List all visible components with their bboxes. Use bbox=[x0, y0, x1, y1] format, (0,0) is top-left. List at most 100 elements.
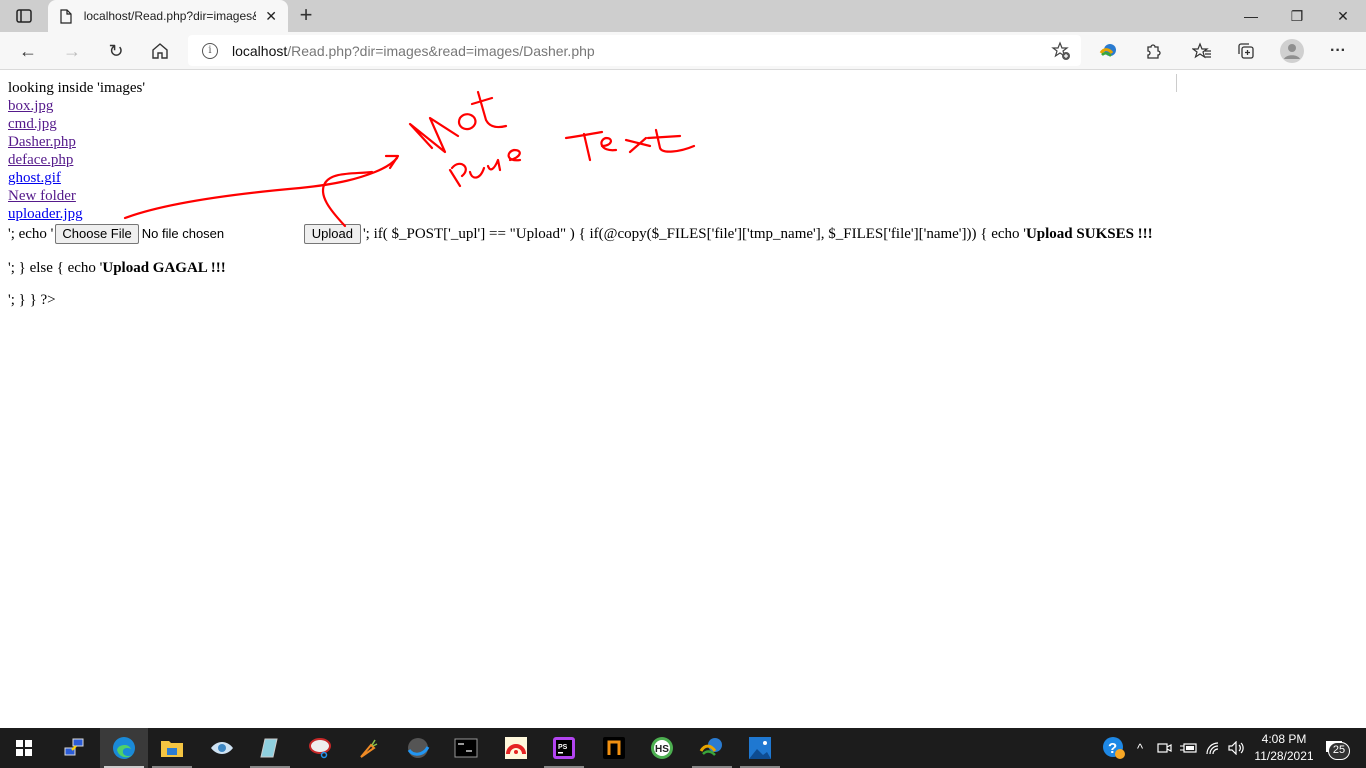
idm-icon bbox=[699, 738, 722, 756]
code-text-else: '; } else { echo ' bbox=[8, 260, 103, 276]
restore-button[interactable]: ❐ bbox=[1274, 0, 1320, 32]
taskbar-file-explorer[interactable] bbox=[148, 728, 196, 768]
bracket-app-icon bbox=[603, 737, 625, 759]
more-button[interactable]: ··· bbox=[1324, 37, 1352, 65]
phpstorm-icon: PS bbox=[553, 737, 575, 759]
photos-icon bbox=[749, 737, 771, 759]
tray-wifi[interactable] bbox=[1202, 728, 1224, 768]
camera-icon bbox=[1157, 743, 1172, 753]
tray-battery[interactable] bbox=[1178, 728, 1200, 768]
tray-chevron-button[interactable]: ^ bbox=[1130, 728, 1150, 768]
tab-title: localhost/Read.php?dir=images&read=image… bbox=[83, 9, 257, 23]
no-file-chosen-text: No file chosen bbox=[141, 226, 225, 241]
tray-help-app[interactable]: ? bbox=[1100, 728, 1128, 768]
idm-extension-icon bbox=[1099, 44, 1116, 57]
file-link-dasher[interactable]: Dasher.php bbox=[8, 133, 1153, 151]
snipping-tool-icon bbox=[309, 738, 331, 759]
svg-text:HS: HS bbox=[655, 744, 669, 755]
avatar-icon bbox=[1280, 39, 1304, 63]
edge-icon bbox=[113, 737, 135, 759]
code-text-suffix: '; if( $_POST['_upl'] == "Upload" ) { if… bbox=[362, 226, 1026, 242]
toolbar-divider bbox=[1176, 74, 1177, 92]
puzzle-icon bbox=[1147, 44, 1161, 59]
battery-icon bbox=[1180, 743, 1197, 753]
taskbar-hs-app[interactable]: HS bbox=[638, 728, 686, 768]
collections-button[interactable] bbox=[1232, 37, 1260, 65]
file-link-deface[interactable]: deface.php bbox=[8, 151, 1153, 169]
clock-date: 11/28/2021 bbox=[1254, 749, 1314, 763]
tray-meet-now[interactable] bbox=[1154, 728, 1176, 768]
taskbar-carrot-app[interactable] bbox=[344, 728, 392, 768]
upload-form-row: '; echo ' Choose File No file chosen Upl… bbox=[8, 223, 1153, 245]
star-add-icon[interactable] bbox=[1051, 41, 1071, 61]
browser-tab-bar: localhost/Read.php?dir=images&read=image… bbox=[0, 0, 1366, 32]
profile-button[interactable] bbox=[1278, 37, 1306, 65]
home-button[interactable] bbox=[146, 37, 174, 65]
url-text[interactable]: localhost/Read.php?dir=images&read=image… bbox=[232, 43, 595, 59]
file-link-box[interactable]: box.jpg bbox=[8, 97, 1153, 115]
browser-toolbar: ← → ↻ i localhost/Read.php?dir=images&re… bbox=[0, 32, 1366, 92]
taskbar-idm[interactable] bbox=[688, 728, 736, 768]
taskbar-snipping-tool[interactable] bbox=[296, 728, 344, 768]
taskbar-anydesk[interactable] bbox=[492, 728, 540, 768]
extensions-button[interactable] bbox=[1139, 37, 1167, 65]
collections-icon bbox=[1238, 43, 1254, 59]
taskbar-globe-app[interactable] bbox=[394, 728, 442, 768]
favorites-button[interactable] bbox=[1188, 37, 1216, 65]
back-button[interactable]: ← bbox=[14, 37, 42, 65]
folder-icon bbox=[161, 741, 183, 757]
new-tab-button[interactable]: + bbox=[294, 4, 318, 28]
address-bar[interactable]: i localhost/Read.php?dir=images&read=ima… bbox=[188, 35, 1081, 66]
refresh-button[interactable]: ↻ bbox=[102, 37, 130, 65]
upload-failed-text: Upload GAGAL !!! bbox=[102, 260, 226, 276]
eye-icon bbox=[211, 742, 233, 754]
choose-file-button[interactable]: Choose File bbox=[55, 224, 139, 244]
close-icon[interactable]: ✕ bbox=[264, 8, 278, 25]
file-link-new-folder[interactable]: New folder bbox=[8, 187, 1153, 205]
cmd-icon bbox=[454, 738, 478, 758]
windows-logo-icon bbox=[16, 740, 32, 756]
wifi-icon bbox=[1206, 742, 1219, 755]
tab-actions-icon[interactable] bbox=[12, 6, 36, 26]
file-link-uploader[interactable]: uploader.jpg bbox=[8, 205, 1153, 223]
file-link-cmd[interactable]: cmd.jpg bbox=[8, 115, 1153, 133]
start-button[interactable] bbox=[0, 728, 48, 768]
taskbar-network-connections[interactable] bbox=[50, 728, 98, 768]
notepad-icon bbox=[260, 738, 278, 758]
globe-icon bbox=[407, 738, 430, 758]
info-icon[interactable]: i bbox=[202, 42, 218, 59]
network-connections-icon bbox=[64, 738, 84, 756]
taskbar-phpstorm[interactable]: PS bbox=[540, 728, 588, 768]
window-close-button[interactable]: ✕ bbox=[1320, 0, 1366, 32]
svg-text:PS: PS bbox=[558, 744, 568, 751]
directory-heading: looking inside 'images' bbox=[8, 80, 146, 96]
page-content: looking inside 'images' box.jpg cmd.jpg … bbox=[8, 79, 1153, 309]
idm-extension-button[interactable] bbox=[1095, 37, 1123, 65]
file-link-ghost[interactable]: ghost.gif bbox=[8, 169, 1153, 187]
minimize-button[interactable]: — bbox=[1228, 0, 1274, 32]
page-icon bbox=[58, 8, 74, 24]
notification-count-badge: 25 bbox=[1328, 742, 1350, 760]
code-line-else: '; } else { echo 'Upload GAGAL !!! bbox=[8, 259, 1153, 277]
taskbar-eye-app[interactable] bbox=[198, 728, 246, 768]
taskbar: PS HS ? ^ 4:08 PM 11/28/2021 bbox=[0, 728, 1366, 768]
forward-button[interactable]: → bbox=[58, 37, 86, 65]
help-icon: ? bbox=[1103, 737, 1125, 759]
code-line-end: '; } } ?> bbox=[8, 292, 56, 308]
browser-tab[interactable]: localhost/Read.php?dir=images&read=image… bbox=[48, 0, 288, 32]
taskbar-edge[interactable] bbox=[100, 728, 148, 768]
taskbar-netbeans-app[interactable] bbox=[590, 728, 638, 768]
favorites-icon bbox=[1192, 42, 1211, 59]
carrot-icon bbox=[360, 739, 378, 758]
taskbar-clock[interactable]: 4:08 PM 11/28/2021 bbox=[1244, 731, 1324, 765]
upload-button[interactable]: Upload bbox=[303, 224, 361, 244]
home-icon bbox=[152, 43, 168, 59]
upload-success-text: Upload SUKSES !!! bbox=[1025, 226, 1153, 242]
code-text-prefix: '; echo ' bbox=[8, 226, 54, 242]
hs-icon: HS bbox=[651, 737, 673, 759]
taskbar-cmd[interactable] bbox=[442, 728, 490, 768]
taskbar-notepad[interactable] bbox=[246, 728, 294, 768]
clock-time: 4:08 PM bbox=[1261, 732, 1307, 746]
anydesk-icon bbox=[505, 737, 527, 759]
taskbar-photos[interactable] bbox=[736, 728, 784, 768]
